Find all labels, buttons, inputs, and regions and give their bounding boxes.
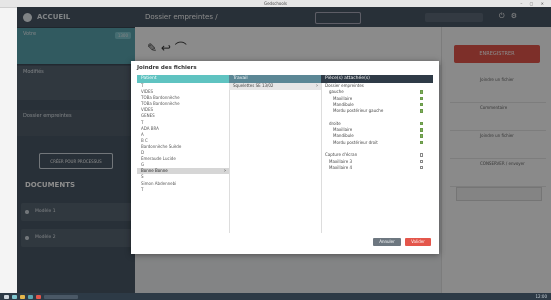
column-header-attachments: Pièce(s) attachée(s) (321, 75, 433, 83)
attachment-label: droite (329, 120, 341, 126)
column-header-patient: Patient (137, 75, 229, 83)
attachment-label: gauche (329, 89, 344, 95)
dialog-title: Joindre des fichiers (137, 65, 197, 71)
start-icon[interactable] (4, 294, 9, 299)
attachment-label: Mordu postérieur droit (333, 139, 378, 145)
travail-item[interactable]: Squelettes SE 13/02 (229, 83, 321, 90)
checkbox-checked[interactable] (419, 128, 423, 132)
patient-item[interactable]: T (137, 187, 229, 193)
taskbar-window[interactable] (44, 294, 78, 299)
attachment-label: Maxillaire (333, 127, 353, 133)
checkbox-checked[interactable] (419, 140, 423, 145)
clock: 12:00 (535, 294, 547, 299)
column-header-travail: Travail (229, 75, 321, 83)
validate-button[interactable]: Valider (405, 238, 431, 246)
window-title: Gedschools (263, 1, 287, 6)
checkbox-unchecked[interactable] (419, 165, 423, 170)
checkbox-checked[interactable] (419, 109, 423, 113)
checkbox-checked[interactable] (419, 90, 423, 94)
checkbox-checked[interactable] (419, 96, 423, 101)
checkbox-unchecked[interactable] (419, 159, 423, 164)
checkbox-checked[interactable] (419, 134, 423, 138)
attachment-label: Dossier empreintes (325, 83, 364, 88)
attachment-label: Maxillaire (333, 95, 353, 101)
app-icon[interactable] (28, 294, 33, 299)
attachment-label: Mandibule (333, 133, 354, 139)
checkbox-unchecked[interactable] (419, 153, 423, 157)
checkbox-checked[interactable] (419, 102, 423, 107)
app-icon[interactable] (20, 294, 25, 299)
attachment-label: Capture d'écran (325, 152, 358, 158)
app-icon[interactable] (12, 294, 17, 299)
attachment-label: Mandibule (333, 101, 354, 107)
app-icon[interactable] (36, 294, 41, 299)
attachment-label: Maxillaire 3 (329, 158, 352, 164)
window-controls[interactable]: – ▢ ✕ (520, 1, 547, 6)
attachment-item[interactable]: Maxillaire 4 (321, 165, 433, 171)
attachment-tree: Dossier empreintes gauche Maxillaire Man… (321, 83, 433, 233)
attachment-label: Maxillaire 4 (329, 164, 352, 170)
checkbox-checked[interactable] (419, 121, 423, 126)
cancel-button[interactable]: Annuler (373, 238, 401, 246)
patient-item-selected[interactable]: Bonne Bonne (137, 168, 229, 175)
taskbar: 12:00 (0, 293, 551, 300)
travail-list: Squelettes SE 13/02 (229, 83, 322, 233)
attachment-label: Mordu postérieur gauche (333, 108, 384, 114)
attach-files-dialog: Joindre des fichiers Patient Travail Piè… (131, 61, 439, 254)
patient-list: T VIDES TOBa Bardonnèche TOBa Bardonnèch… (137, 83, 230, 233)
